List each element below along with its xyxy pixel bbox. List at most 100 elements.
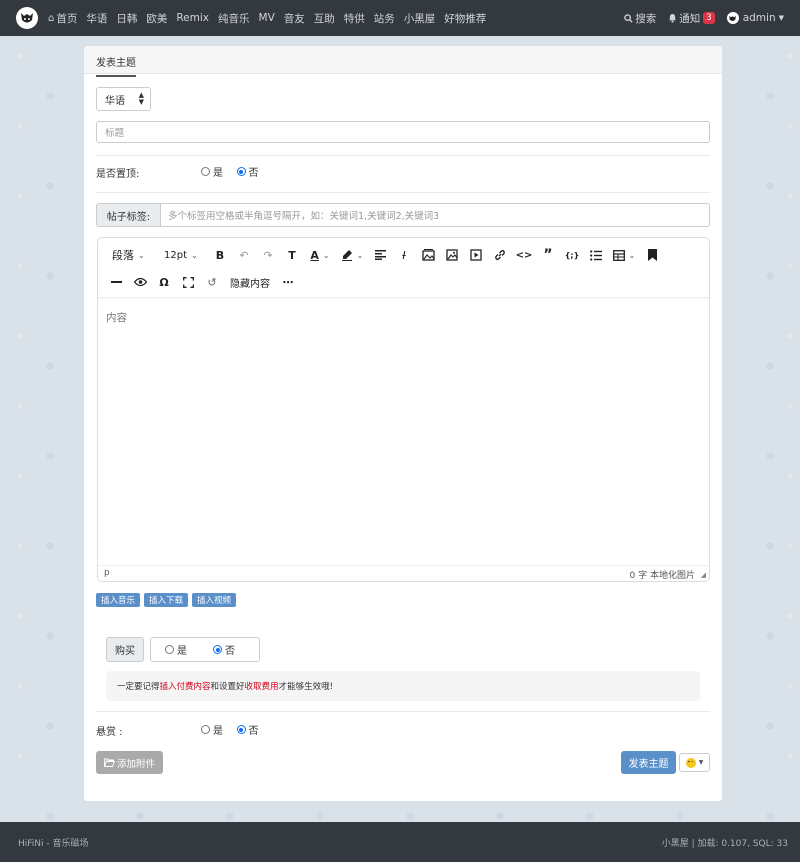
clear-format-button[interactable]: I (394, 244, 414, 266)
localize-images-link[interactable]: 本地化图片 (650, 571, 695, 581)
font-size-dropdown[interactable]: 12pt ⌄ (158, 244, 206, 266)
align-left-icon (374, 250, 386, 260)
link-icon (495, 249, 505, 261)
editor-statusbar: p 0 字 本地化图片 ◢ (98, 565, 709, 581)
avatar (726, 12, 739, 24)
image-icon (446, 249, 458, 261)
purchase-no-radio[interactable] (213, 645, 222, 654)
submit-post-button[interactable]: 发表主题 (621, 751, 676, 774)
nav-search[interactable]: 搜索 (624, 11, 656, 26)
preview-button[interactable] (130, 271, 150, 293)
undo-button[interactable]: ↶ (234, 244, 254, 266)
nav-item-western[interactable]: 欧美 (146, 11, 167, 26)
insert-image-button[interactable] (442, 244, 462, 266)
table-button[interactable]: ⌄ (610, 244, 638, 266)
more-button[interactable]: ⋯ (278, 271, 298, 293)
nav-item-friends[interactable]: 音友 (284, 11, 305, 26)
sticky-yes-radio[interactable] (201, 167, 210, 176)
nav-notifications[interactable]: 通知 3 (668, 11, 715, 26)
reward-no-radio[interactable] (236, 725, 246, 734)
sticky-no-radio[interactable] (236, 167, 246, 176)
nav-item-chinese[interactable]: 华语 (86, 11, 107, 26)
nav-item-mv[interactable]: MV (259, 12, 275, 24)
element-path[interactable]: p (104, 568, 110, 578)
table-icon (612, 249, 625, 261)
insert-music-button[interactable]: 插入音乐 (96, 593, 141, 607)
add-attachment-button[interactable]: 添加附件 (96, 751, 163, 774)
paragraph-format-dropdown[interactable]: 段落 ⌄ (106, 244, 154, 266)
caret-down-icon: ▼ (698, 759, 704, 766)
more-icon: ⋯ (282, 275, 294, 289)
horizontal-line-icon (110, 281, 122, 283)
text-color-button[interactable]: A ⌄ (306, 244, 334, 266)
blockquote-button[interactable]: ” (538, 244, 558, 266)
bookmark-icon (647, 249, 657, 261)
chevron-down-icon: ⌄ (628, 250, 636, 260)
nav-item-special[interactable]: 特供 (344, 11, 365, 26)
insert-video-button[interactable] (466, 244, 486, 266)
fullscreen-button[interactable] (178, 271, 198, 293)
nav-item-pure-music[interactable]: 纯音乐 (218, 11, 250, 26)
insert-buttons-row: 插入音乐 插入下载 插入视频 (96, 593, 237, 607)
horizontal-rule-button[interactable] (106, 271, 126, 293)
resize-handle-icon[interactable]: ◢ (701, 571, 706, 579)
highlighter-icon (341, 250, 352, 261)
fullscreen-icon (182, 276, 194, 288)
tab-new-post[interactable]: 发表主题 (96, 54, 136, 77)
category-select[interactable]: 华语 ▲ ▼ (96, 87, 151, 111)
card-header: 发表主题 (84, 46, 722, 77)
site-logo[interactable] (16, 7, 38, 29)
user-menu[interactable]: admin ▼ (726, 12, 784, 24)
notification-count-badge: 3 (703, 12, 715, 24)
bookmark-button[interactable] (642, 244, 662, 266)
chevron-down-icon: ⌄ (138, 250, 145, 260)
nav-item-site-affairs[interactable]: 站务 (374, 11, 395, 26)
bell-icon (669, 13, 677, 23)
emoji-picker-button[interactable]: ▼ (679, 753, 710, 772)
bullet-list-button[interactable] (586, 244, 606, 266)
align-button[interactable] (370, 244, 390, 266)
quote-icon: ” (543, 247, 553, 263)
purchase-radio-group: 是 否 (150, 637, 260, 662)
highlight-color-button[interactable]: ⌄ (338, 244, 366, 266)
bold-button[interactable]: B (210, 244, 230, 266)
nav-item-jpkr[interactable]: 日韩 (116, 11, 137, 26)
omega-icon: Ω (159, 275, 169, 289)
code-block-icon: {;} (564, 250, 580, 260)
nav-item-help[interactable]: 互助 (314, 11, 335, 26)
title-input[interactable]: 标题 (96, 121, 710, 143)
hidden-content-button[interactable]: 隐藏内容 (226, 271, 274, 293)
nav-item-blackroom[interactable]: 小黑屋 (404, 11, 436, 26)
special-char-button[interactable]: Ω (154, 271, 174, 293)
code-button[interactable]: <> (514, 244, 534, 266)
text-style-button[interactable]: T (282, 244, 302, 266)
nav-item-recommend[interactable]: 好物推荐 (444, 11, 486, 26)
divider (96, 155, 710, 156)
history-icon: ↺ (207, 275, 217, 289)
tags-input-group: 帖子标签: 多个标签用空格或半角逗号隔开，如：关键词1,关键词2,关键词3 (96, 203, 710, 227)
chevron-down-icon: ⌄ (356, 250, 364, 260)
nav-item-remix[interactable]: Remix (176, 12, 209, 24)
purchase-yes-radio[interactable] (165, 645, 174, 654)
history-button[interactable]: ↺ (202, 271, 222, 293)
word-count: 0 字 (629, 571, 648, 581)
eye-icon (133, 277, 147, 287)
bullet-list-icon (590, 249, 602, 261)
nav-item-home[interactable]: ⌂ 首页 (48, 11, 77, 26)
home-icon: ⌂ (48, 12, 55, 24)
image-gallery-button[interactable] (418, 244, 438, 266)
editor-content-area[interactable]: 内容 (106, 310, 127, 325)
insert-download-button[interactable]: 插入下载 (144, 593, 189, 607)
tags-input[interactable]: 多个标签用空格或半角逗号隔开，如：关键词1,关键词2,关键词3 (160, 203, 710, 227)
undo-icon: ↶ (239, 248, 249, 262)
post-form-card: 发表主题 华语 ▲ ▼ 标题 是否置顶: 是 否 帖子标签: 多个标签用空格或半角… (84, 46, 722, 801)
clear-format-icon: I (402, 248, 406, 262)
code-block-button[interactable]: {;} (562, 244, 582, 266)
redo-button[interactable]: ↷ (258, 244, 278, 266)
insert-video-button[interactable]: 插入视频 (192, 593, 237, 607)
footer-site-name: HiFiNi - 音乐磁场 (18, 839, 89, 849)
reward-yes-radio[interactable] (201, 725, 210, 734)
image-gallery-icon (421, 249, 435, 261)
page-footer: HiFiNi - 音乐磁场 小黑屋 | 加载: 0.107, SQL: 33 (0, 822, 800, 862)
insert-link-button[interactable] (490, 244, 510, 266)
